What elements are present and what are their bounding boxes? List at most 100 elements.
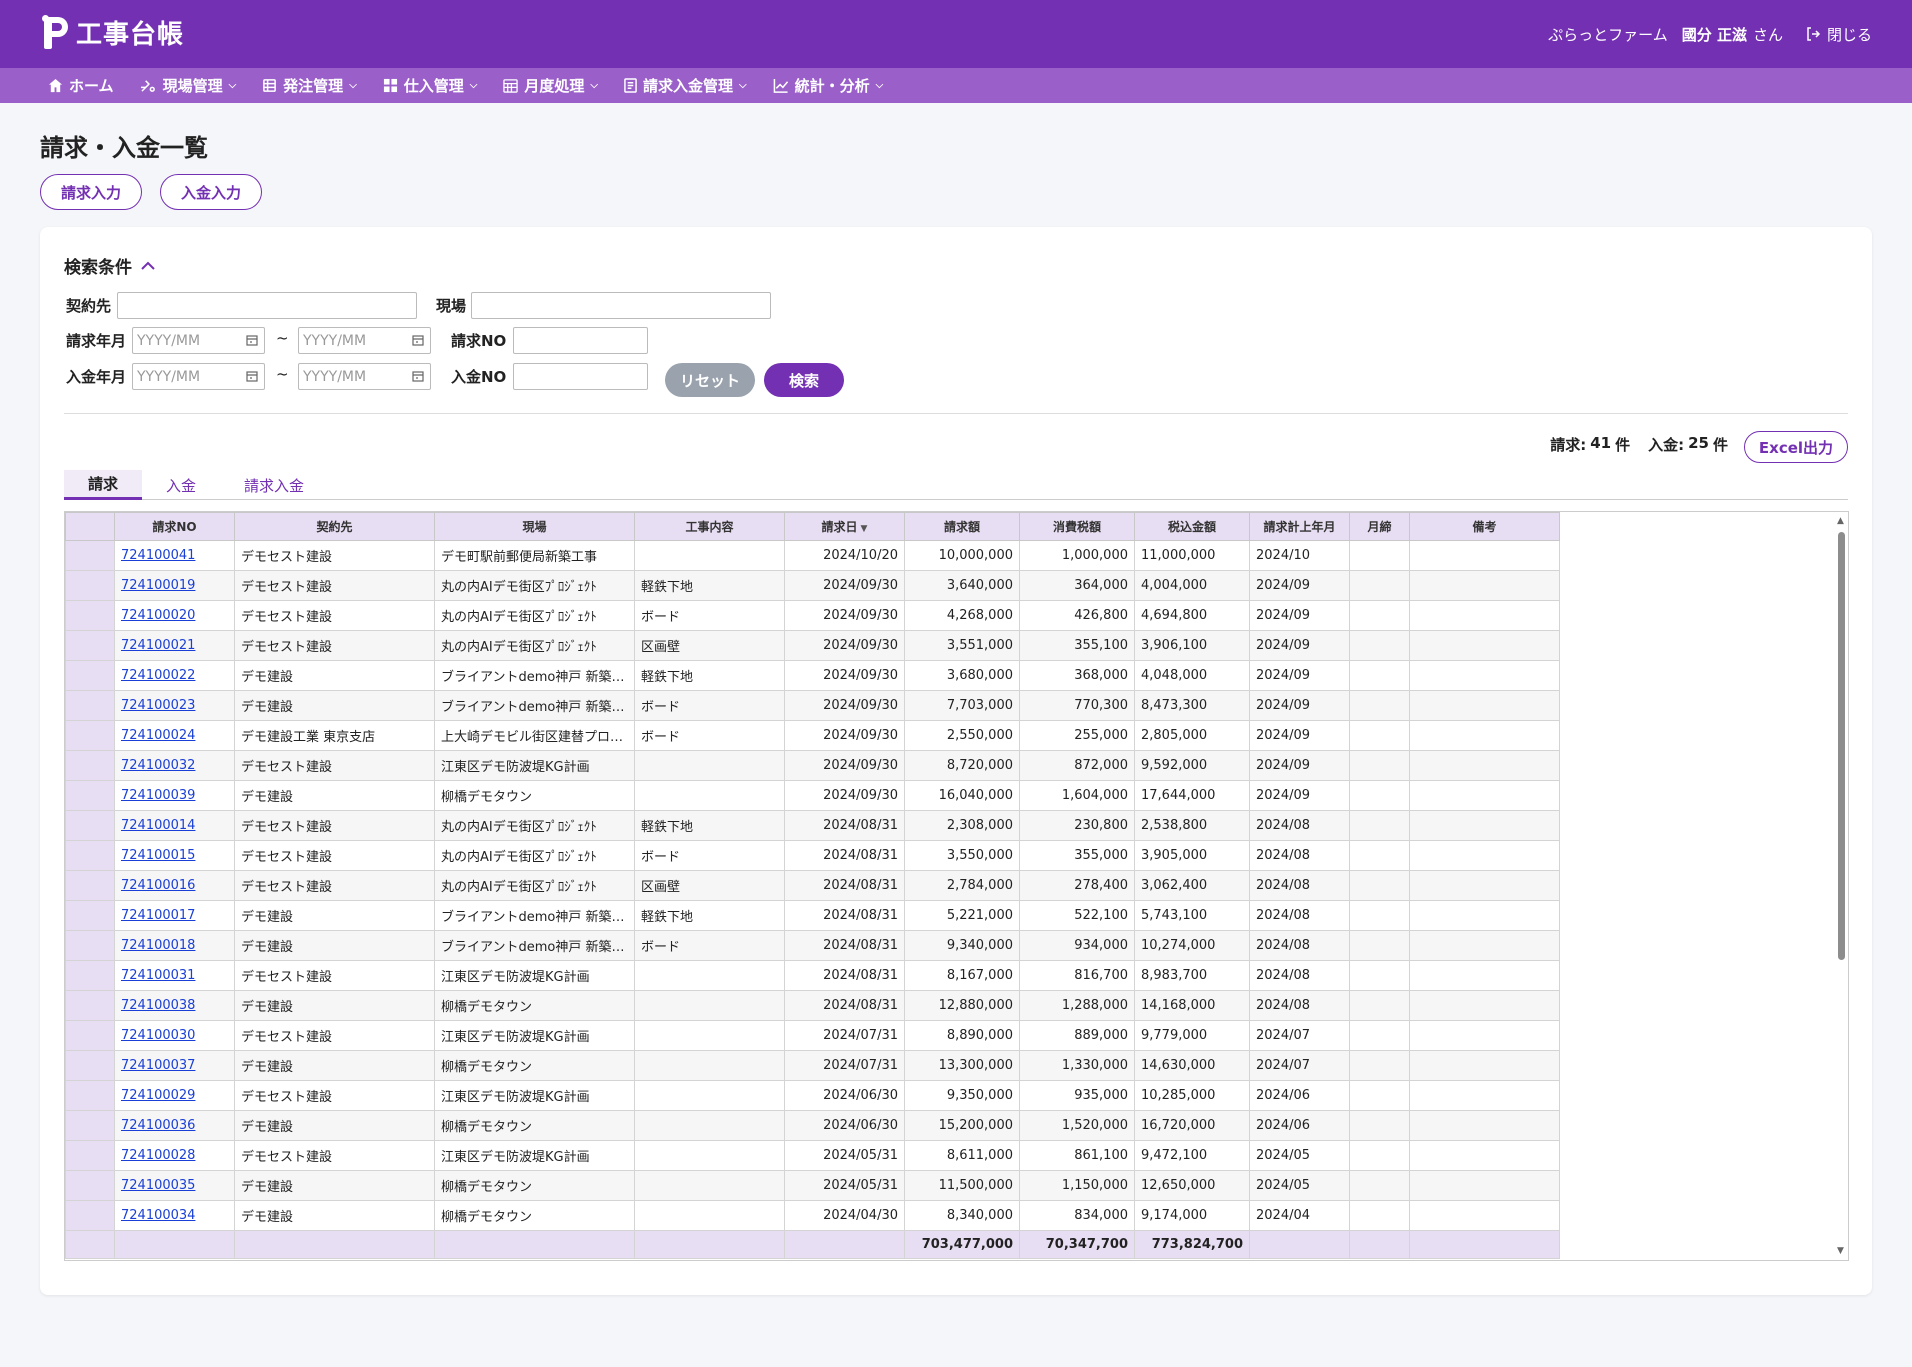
calendar-icon[interactable] [412,334,424,346]
table-row[interactable]: 724100017 デモ建設 ブライアントdemo神戸 新築… 軽鉄下地 2024/08… [65,900,1560,931]
row-selector[interactable] [65,900,115,931]
billing-no-link[interactable]: 724100030 [121,1028,195,1043]
tab-billing[interactable]: 請求 [64,470,143,500]
billing-month-from-input[interactable]: YYYY/MM [132,327,265,354]
billing-no-cell[interactable]: 724100041 [114,540,235,571]
row-selector[interactable] [65,780,115,811]
row-selector[interactable] [65,720,115,751]
billing-no-link[interactable]: 724100032 [121,758,195,773]
billing-no-cell[interactable]: 724100021 [114,630,235,661]
col-header[interactable]: 備考 [1409,512,1560,541]
billing-no-cell[interactable]: 724100016 [114,870,235,901]
scroll-down-icon[interactable]: ▼ [1837,1246,1844,1256]
row-selector[interactable] [65,570,115,601]
table-row[interactable]: 724100018 デモ建設 ブライアントdemo神戸 新築… ボード 2024/08/… [65,930,1560,961]
billing-no-link[interactable]: 724100039 [121,788,195,803]
table-row[interactable]: 724100039 デモ建設 柳橋デモタウン 2024/09/30 16,040,000… [65,780,1560,811]
row-selector[interactable] [65,960,115,991]
billing-no-link[interactable]: 724100035 [121,1178,195,1193]
row-selector[interactable] [65,1050,115,1081]
col-header[interactable]: 請求額 [904,512,1020,541]
billing-month-to-input[interactable]: YYYY/MM [298,327,431,354]
billing-no-link[interactable]: 724100037 [121,1058,195,1073]
row-selector[interactable] [65,1170,115,1201]
row-selector[interactable] [65,1200,115,1231]
calendar-icon[interactable] [246,334,258,346]
col-header[interactable]: 請求計上年月 [1249,512,1350,541]
nav-home[interactable]: ホーム [48,75,114,96]
reset-button[interactable]: リセット [665,363,755,397]
table-row[interactable]: 724100015 デモセスト建設 丸の内AIデモ街区ﾌﾟﾛｼﾞｪｸﾄ ボード 2024… [65,840,1560,871]
table-row[interactable]: 724100038 デモ建設 柳橋デモタウン 2024/08/31 12,880,000… [65,990,1560,1021]
table-row[interactable]: 724100029 デモセスト建設 江東区デモ防波堤KG計画 2024/06/30 9,… [65,1080,1560,1111]
billing-no-cell[interactable]: 724100037 [114,1050,235,1081]
billing-no-cell[interactable]: 724100024 [114,720,235,751]
table-row[interactable]: 724100031 デモセスト建設 江東区デモ防波堤KG計画 2024/08/31 8,… [65,960,1560,991]
row-selector[interactable] [65,1020,115,1051]
table-row[interactable]: 724100036 デモ建設 柳橋デモタウン 2024/06/30 15,200,000… [65,1110,1560,1141]
search-conditions-toggle[interactable]: 検索条件 [64,253,156,278]
app-logo[interactable]: 工事台帳 [42,14,184,51]
table-row[interactable]: 724100034 デモ建設 柳橋デモタウン 2024/04/30 8,340,000 8… [65,1200,1560,1231]
row-selector[interactable] [65,600,115,631]
billing-no-input[interactable] [513,327,648,354]
close-button[interactable]: 閉じる [1805,24,1872,45]
col-header[interactable]: 月締 [1349,512,1410,541]
table-row[interactable]: 724100023 デモ建設 ブライアントdemo神戸 新築… ボード 2024/09/… [65,690,1560,721]
table-row[interactable]: 724100032 デモセスト建設 江東区デモ防波堤KG計画 2024/09/30 8,… [65,750,1560,781]
table-row[interactable]: 724100019 デモセスト建設 丸の内AIデモ街区ﾌﾟﾛｼﾞｪｸﾄ 軽鉄下地 202… [65,570,1560,601]
billing-no-link[interactable]: 724100041 [121,548,195,563]
billing-no-link[interactable]: 724100024 [121,728,195,743]
table-row[interactable]: 724100020 デモセスト建設 丸の内AIデモ街区ﾌﾟﾛｼﾞｪｸﾄ ボード 2024… [65,600,1560,631]
table-row[interactable]: 724100037 デモ建設 柳橋デモタウン 2024/07/31 13,300,000… [65,1050,1560,1081]
billing-no-link[interactable]: 724100015 [121,848,195,863]
billing-no-cell[interactable]: 724100035 [114,1170,235,1201]
billing-no-link[interactable]: 724100034 [121,1208,195,1223]
billing-no-cell[interactable]: 724100017 [114,900,235,931]
payment-month-to-input[interactable]: YYYY/MM [298,363,431,390]
scroll-up-icon[interactable]: ▲ [1837,516,1844,526]
row-selector[interactable] [65,660,115,691]
row-selector[interactable] [65,1110,115,1141]
col-header[interactable]: 消費税額 [1019,512,1135,541]
row-selector[interactable] [65,1140,115,1171]
nav-purchase-management[interactable]: 仕入管理 ⌵ [383,75,477,96]
row-selector[interactable] [65,930,115,961]
nav-order-management[interactable]: 発注管理 ⌵ [262,75,357,96]
row-selector[interactable] [65,750,115,781]
billing-no-link[interactable]: 724100022 [121,668,195,683]
nav-billing-payment[interactable]: 請求入金管理 ⌵ [624,75,747,96]
billing-no-cell[interactable]: 724100032 [114,750,235,781]
billing-no-cell[interactable]: 724100029 [114,1080,235,1111]
row-selector[interactable] [65,540,115,571]
billing-no-link[interactable]: 724100031 [121,968,195,983]
col-header[interactable]: 税込金額 [1134,512,1250,541]
vertical-scrollbar[interactable]: ▲ ▼ [1834,512,1848,1260]
col-header[interactable]: 契約先 [234,512,435,541]
table-row[interactable]: 724100024 デモ建設工業 東京支店 上大崎デモビル街区建替プロ… ボード 202… [65,720,1560,751]
billing-no-cell[interactable]: 724100039 [114,780,235,811]
row-selector[interactable] [65,630,115,661]
billing-no-link[interactable]: 724100017 [121,908,195,923]
col-header[interactable]: 工事内容 [634,512,785,541]
tab-payment[interactable]: 入金 [142,470,220,500]
payment-month-from-input[interactable]: YYYY/MM [132,363,265,390]
col-header-sorted[interactable]: 請求日 ▼ [784,512,905,541]
billing-no-cell[interactable]: 724100028 [114,1140,235,1171]
site-input[interactable] [471,292,771,319]
billing-no-cell[interactable]: 724100030 [114,1020,235,1051]
row-selector[interactable] [65,690,115,721]
row-selector[interactable] [65,1080,115,1111]
billing-no-link[interactable]: 724100038 [121,998,195,1013]
nav-statistics[interactable]: 統計・分析 ⌵ [773,75,883,96]
billing-no-link[interactable]: 724100021 [121,638,195,653]
tab-billing-payment[interactable]: 請求入金 [220,470,328,500]
table-row[interactable]: 724100014 デモセスト建設 丸の内AIデモ街区ﾌﾟﾛｼﾞｪｸﾄ 軽鉄下地 202… [65,810,1560,841]
payment-input-button[interactable]: 入金入力 [160,174,263,210]
table-row[interactable]: 724100016 デモセスト建設 丸の内AIデモ街区ﾌﾟﾛｼﾞｪｸﾄ 区画壁 2024… [65,870,1560,901]
col-header[interactable]: 請求NO [114,512,235,541]
billing-no-cell[interactable]: 724100023 [114,690,235,721]
table-row[interactable]: 724100022 デモ建設 ブライアントdemo神戸 新築… 軽鉄下地 2024/09… [65,660,1560,691]
excel-export-button[interactable]: Excel出力 [1744,431,1848,463]
billing-no-cell[interactable]: 724100014 [114,810,235,841]
